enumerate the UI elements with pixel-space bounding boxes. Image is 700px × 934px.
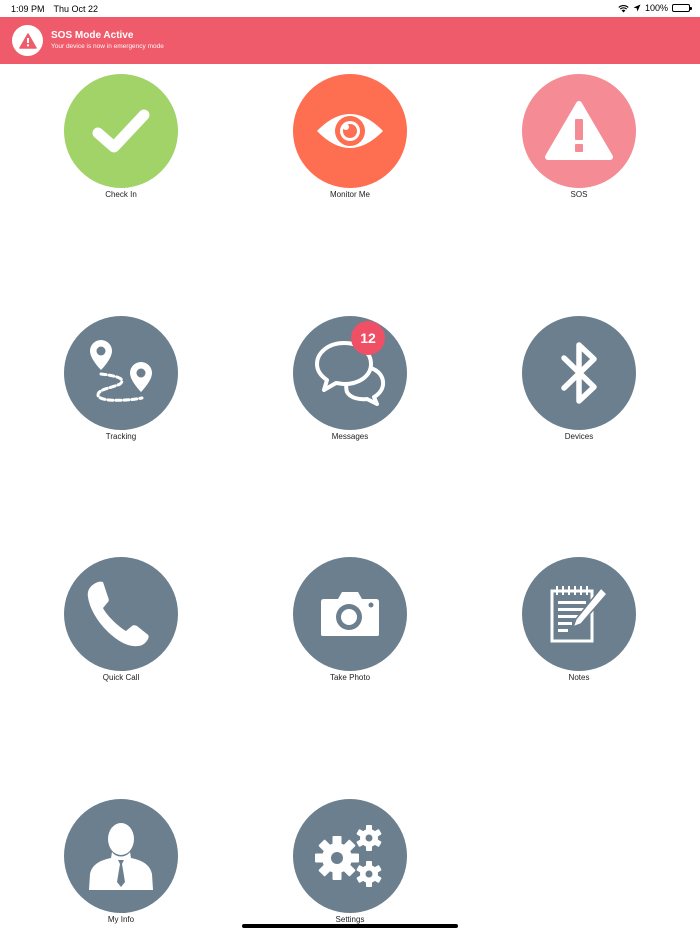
person-icon bbox=[89, 823, 153, 890]
unread-count-badge: 12 bbox=[351, 321, 385, 355]
status-date: Thu Oct 22 bbox=[53, 4, 99, 14]
tile-label: Monitor Me bbox=[329, 190, 370, 199]
bluetooth-icon bbox=[561, 342, 597, 404]
sos-mode-banner[interactable]: SOS Mode Active Your device is now in em… bbox=[0, 17, 700, 64]
battery-percent: 100% bbox=[644, 3, 668, 13]
phone-icon bbox=[87, 581, 149, 647]
status-time: 1:09 PM bbox=[11, 4, 45, 14]
banner-title: SOS Mode Active bbox=[51, 30, 134, 41]
battery-icon bbox=[672, 4, 692, 12]
tile-sos[interactable]: SOS bbox=[509, 74, 649, 209]
check-in-button[interactable] bbox=[64, 74, 178, 188]
tile-monitor-me[interactable]: Monitor Me bbox=[280, 74, 420, 209]
sos-button[interactable] bbox=[522, 74, 636, 188]
app-screen: 1:09 PM Thu Oct 22 100% SOS Mode Active Y… bbox=[0, 0, 700, 934]
notes-button[interactable] bbox=[522, 557, 636, 671]
quick-call-button[interactable] bbox=[64, 557, 178, 671]
devices-button[interactable] bbox=[522, 316, 636, 430]
tile-check-in[interactable]: Check In bbox=[51, 74, 191, 209]
tile-label: Devices bbox=[564, 432, 594, 441]
tile-tracking[interactable]: Tracking bbox=[51, 316, 191, 451]
tile-my-info[interactable]: My Info bbox=[51, 799, 191, 934]
status-indicators: 100% bbox=[618, 3, 692, 13]
status-time-date: 1:09 PM Thu Oct 22 bbox=[11, 4, 107, 14]
tile-label: Quick Call bbox=[102, 673, 140, 682]
my-info-button[interactable] bbox=[64, 799, 178, 913]
tile-label: Messages bbox=[331, 432, 369, 441]
settings-button[interactable] bbox=[293, 799, 407, 913]
status-bar: 1:09 PM Thu Oct 22 100% bbox=[0, 0, 700, 17]
tile-take-photo[interactable]: Take Photo bbox=[280, 557, 420, 692]
route-pins-icon bbox=[90, 340, 152, 402]
tile-label: Tracking bbox=[105, 432, 137, 441]
warning-icon bbox=[12, 25, 43, 56]
tile-label: SOS bbox=[570, 190, 588, 199]
tracking-button[interactable] bbox=[64, 316, 178, 430]
monitor-me-button[interactable] bbox=[293, 74, 407, 188]
eye-icon bbox=[317, 114, 383, 148]
notepad-pencil-icon bbox=[550, 586, 609, 643]
tile-label: Check In bbox=[105, 190, 137, 199]
tile-label: Settings bbox=[335, 915, 365, 924]
gears-icon bbox=[315, 825, 382, 887]
messages-button[interactable] bbox=[293, 316, 407, 430]
camera-icon bbox=[321, 592, 379, 636]
location-arrow-icon bbox=[633, 4, 641, 12]
tile-settings[interactable]: Settings bbox=[280, 799, 420, 934]
checkmark-icon bbox=[92, 109, 150, 153]
tile-label: Take Photo bbox=[329, 673, 371, 682]
home-indicator[interactable] bbox=[242, 924, 458, 928]
banner-subtitle: Your device is now in emergency mode bbox=[51, 43, 164, 50]
tile-devices[interactable]: Devices bbox=[509, 316, 649, 451]
warning-icon bbox=[545, 101, 613, 160]
tile-notes[interactable]: Notes bbox=[509, 557, 649, 692]
tile-label: My Info bbox=[107, 915, 135, 924]
tile-quick-call[interactable]: Quick Call bbox=[51, 557, 191, 692]
tile-label: Notes bbox=[568, 673, 590, 682]
wifi-icon bbox=[618, 4, 629, 12]
take-photo-button[interactable] bbox=[293, 557, 407, 671]
tile-messages[interactable]: Messages bbox=[280, 316, 420, 451]
